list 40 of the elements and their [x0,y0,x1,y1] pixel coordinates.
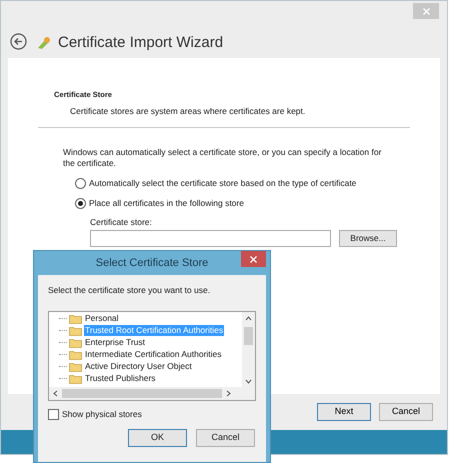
folder-icon [69,362,82,372]
scrollbar-thumb[interactable] [62,388,222,398]
folder-icon [69,314,82,324]
close-button[interactable] [241,251,266,267]
scroll-down-icon[interactable] [245,378,252,384]
section-subheading: Certificate stores are system areas where certificates are kept. [69,105,306,118]
folder-icon [69,374,82,384]
tree-item[interactable]: Intermediate Certification Authorities [84,349,223,360]
tree-item[interactable]: Active Directory User Object [84,361,193,372]
description-text: Windows can automatically select a certificate store, or you can specify a location for the certificate. [63,147,382,169]
dialog-instruction: Select the certificate store you want to use. [48,284,212,297]
show-physical-stores-checkbox[interactable]: Show physical stores [48,408,256,420]
back-icon[interactable] [10,33,27,50]
vertical-scrollbar[interactable] [242,312,255,387]
scrollbar-thumb[interactable] [244,326,253,345]
folder-icon [69,326,82,336]
scroll-right-icon[interactable] [226,390,231,397]
field-label: Certificate store: [90,216,153,228]
checkbox[interactable] [48,408,59,420]
radio-option[interactable]: Place all certificates in the following store [75,196,440,210]
dialog-button[interactable]: Cancel [196,428,255,446]
close-icon [422,8,430,14]
horizontal-scrollbar[interactable] [49,386,255,400]
scroll-left-icon[interactable] [53,390,58,397]
footer-button[interactable]: Next [317,403,371,421]
tree-item[interactable]: Trusted Publishers [84,373,157,384]
tree-item[interactable]: Enterprise Trust [84,337,146,348]
folder-icon [69,350,82,360]
radio-option[interactable]: Automatically select the certificate store based on the type of certificate [75,177,440,190]
certificate-icon [36,36,52,50]
scroll-up-icon[interactable] [245,316,252,321]
dialog-button[interactable]: OK [128,428,187,446]
folder-icon [69,338,82,348]
footer-button[interactable]: Cancel [379,403,433,421]
browse-button[interactable]: Browse... [339,230,397,248]
close-icon [250,256,257,262]
window-title: Certificate Import Wizard [58,35,224,50]
dialog-title: Select Certificate Store [96,256,208,271]
certificate-store-field[interactable] [90,230,331,248]
tree-item[interactable]: Personal [84,313,120,324]
